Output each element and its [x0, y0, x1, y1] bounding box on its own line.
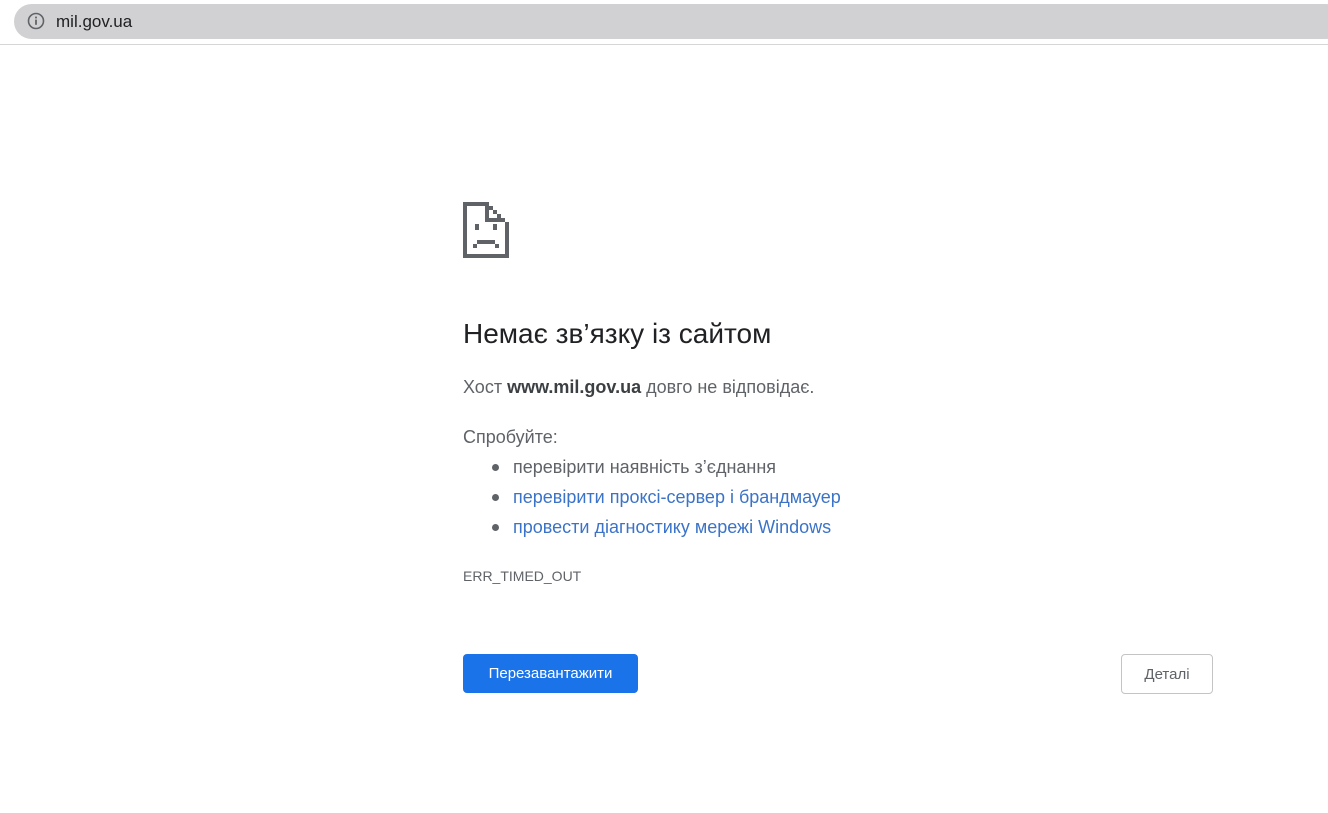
host-name: www.mil.gov.ua	[507, 377, 642, 397]
host-suffix: довго не відповідає.	[646, 377, 815, 397]
bullet-icon	[492, 464, 499, 471]
address-bar[interactable]	[14, 4, 1328, 39]
details-button[interactable]: Деталі	[1121, 654, 1213, 694]
error-heading: Немає зв’язку із сайтом	[463, 318, 772, 349]
suggestion-item: провести діагностику мережі Windows	[463, 514, 841, 544]
info-icon[interactable]	[27, 12, 45, 30]
try-label: Спробуйте:	[463, 427, 558, 447]
error-code: ERR_TIMED_OUT	[463, 568, 582, 584]
sad-page-icon	[463, 202, 509, 258]
bullet-icon	[492, 524, 499, 531]
suggestion-item: перевірити проксі-сервер і брандмауер	[463, 484, 841, 514]
host-prefix: Хост	[463, 377, 503, 397]
suggestion-item: перевірити наявність з’єднання	[463, 454, 841, 484]
browser-toolbar: mil.gov.ua	[0, 0, 1328, 45]
host-message: Хост www.mil.gov.ua довго не відповідає.	[463, 376, 814, 398]
suggestions-list: перевірити наявність з’єднання перевірит…	[463, 454, 841, 544]
suggestion-check-connection: перевірити наявність з’єднання	[513, 457, 777, 477]
suggestion-check-proxy-link[interactable]: перевірити проксі-сервер і брандмауер	[513, 487, 841, 507]
reload-button[interactable]: Перезавантажити	[463, 654, 638, 693]
url-text[interactable]: mil.gov.ua	[56, 12, 132, 32]
bullet-icon	[492, 494, 499, 501]
suggestion-network-diagnostics-link[interactable]: провести діагностику мережі Windows	[513, 517, 831, 537]
